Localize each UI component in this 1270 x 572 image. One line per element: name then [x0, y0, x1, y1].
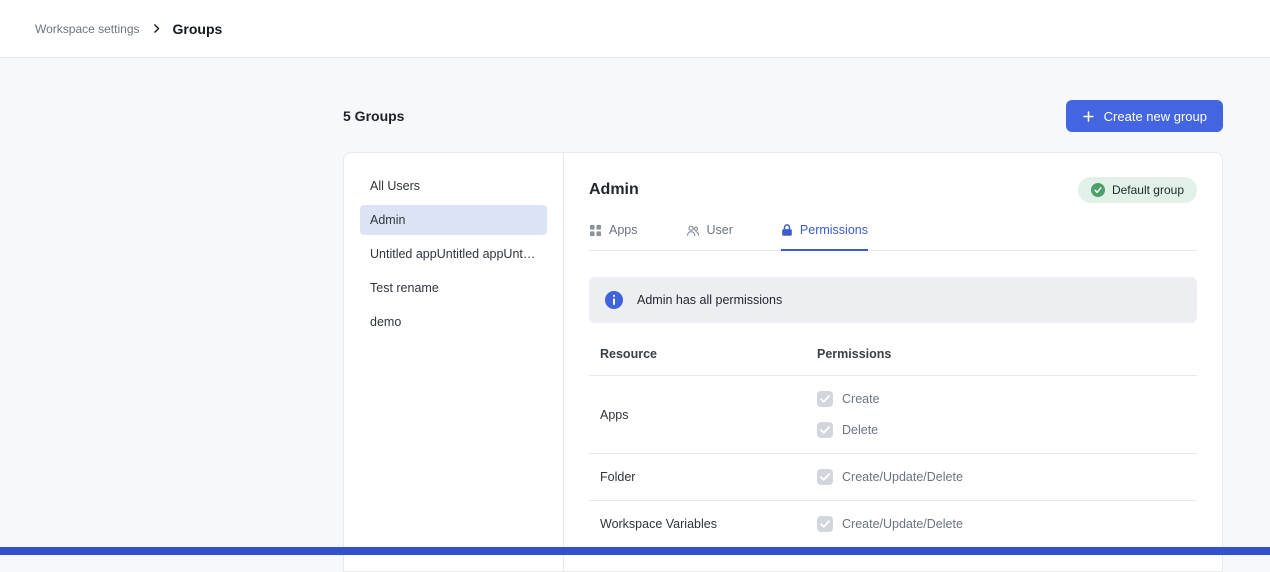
permission-label: Create/Update/Delete	[842, 517, 963, 531]
tab-bar: Apps User Permissions	[589, 223, 1197, 251]
checkbox-checked-disabled-icon	[817, 422, 833, 438]
permission-label: Delete	[842, 423, 878, 437]
resource-name: Workspace Variables	[589, 517, 807, 531]
permissions-table-header: Resource Permissions	[589, 347, 1197, 376]
create-new-group-button[interactable]: Create new group	[1066, 100, 1223, 132]
tab-user[interactable]: User	[686, 223, 733, 251]
top-header: Workspace settings Groups	[0, 0, 1270, 58]
group-detail-panel: Admin Default group Apps	[564, 153, 1222, 571]
table-row-folder: Folder Create/Update/Delete	[589, 454, 1197, 501]
permission-label: Create	[842, 392, 880, 406]
chevron-right-icon	[150, 22, 163, 35]
column-header-permissions: Permissions	[807, 347, 1197, 361]
checkbox-checked-disabled-icon	[817, 469, 833, 485]
table-row-workspace-variables: Workspace Variables Create/Update/Delete	[589, 501, 1197, 548]
default-group-badge: Default group	[1078, 177, 1197, 203]
groups-count: 5 Groups	[343, 108, 404, 124]
main-content: 5 Groups Create new group All Users Admi…	[343, 100, 1223, 572]
group-item-admin[interactable]: Admin	[360, 205, 547, 235]
group-item-untitled-app[interactable]: Untitled appUntitled appUntitle...	[360, 239, 547, 269]
breadcrumb: Workspace settings Groups	[35, 21, 222, 37]
info-icon	[605, 291, 623, 309]
checkbox-checked-disabled-icon	[817, 391, 833, 407]
tab-apps-label: Apps	[609, 223, 638, 237]
groups-card: All Users Admin Untitled appUntitled app…	[343, 152, 1223, 572]
resource-name: Folder	[589, 470, 807, 484]
grid-icon	[589, 224, 602, 237]
plus-icon	[1082, 110, 1095, 123]
group-item-test-rename[interactable]: Test rename	[360, 273, 547, 303]
group-item-all-users[interactable]: All Users	[360, 171, 547, 201]
group-item-demo[interactable]: demo	[360, 307, 547, 337]
tab-permissions-label: Permissions	[800, 223, 868, 237]
permission-apps-delete: Delete	[817, 422, 1197, 438]
groups-toolbar: 5 Groups Create new group	[343, 100, 1223, 132]
tab-apps[interactable]: Apps	[589, 223, 638, 251]
users-icon	[686, 224, 700, 237]
lock-icon	[781, 223, 793, 237]
green-check-circle-icon	[1091, 183, 1105, 197]
permission-workspace-variables-cud: Create/Update/Delete	[817, 516, 1197, 532]
default-group-badge-label: Default group	[1112, 183, 1184, 197]
create-new-group-label: Create new group	[1104, 109, 1207, 124]
permissions-info-banner: Admin has all permissions	[589, 277, 1197, 323]
group-title: Admin	[589, 181, 639, 199]
permissions-table: Resource Permissions Apps Create	[589, 347, 1197, 548]
info-banner-text: Admin has all permissions	[637, 293, 782, 307]
table-row-apps: Apps Create Delete	[589, 376, 1197, 454]
checkbox-checked-disabled-icon	[817, 516, 833, 532]
bottom-accent-bar	[0, 547, 1270, 555]
permission-label: Create/Update/Delete	[842, 470, 963, 484]
groups-list: All Users Admin Untitled appUntitled app…	[344, 153, 564, 571]
tab-permissions[interactable]: Permissions	[781, 223, 868, 251]
breadcrumb-workspace-settings[interactable]: Workspace settings	[35, 22, 140, 36]
permission-apps-create: Create	[817, 391, 1197, 407]
resource-name: Apps	[589, 408, 807, 422]
tab-user-label: User	[707, 223, 733, 237]
column-header-resource: Resource	[589, 347, 807, 361]
breadcrumb-current-groups: Groups	[173, 21, 223, 37]
panel-header: Admin Default group	[589, 177, 1197, 203]
permission-folder-cud: Create/Update/Delete	[817, 469, 1197, 485]
